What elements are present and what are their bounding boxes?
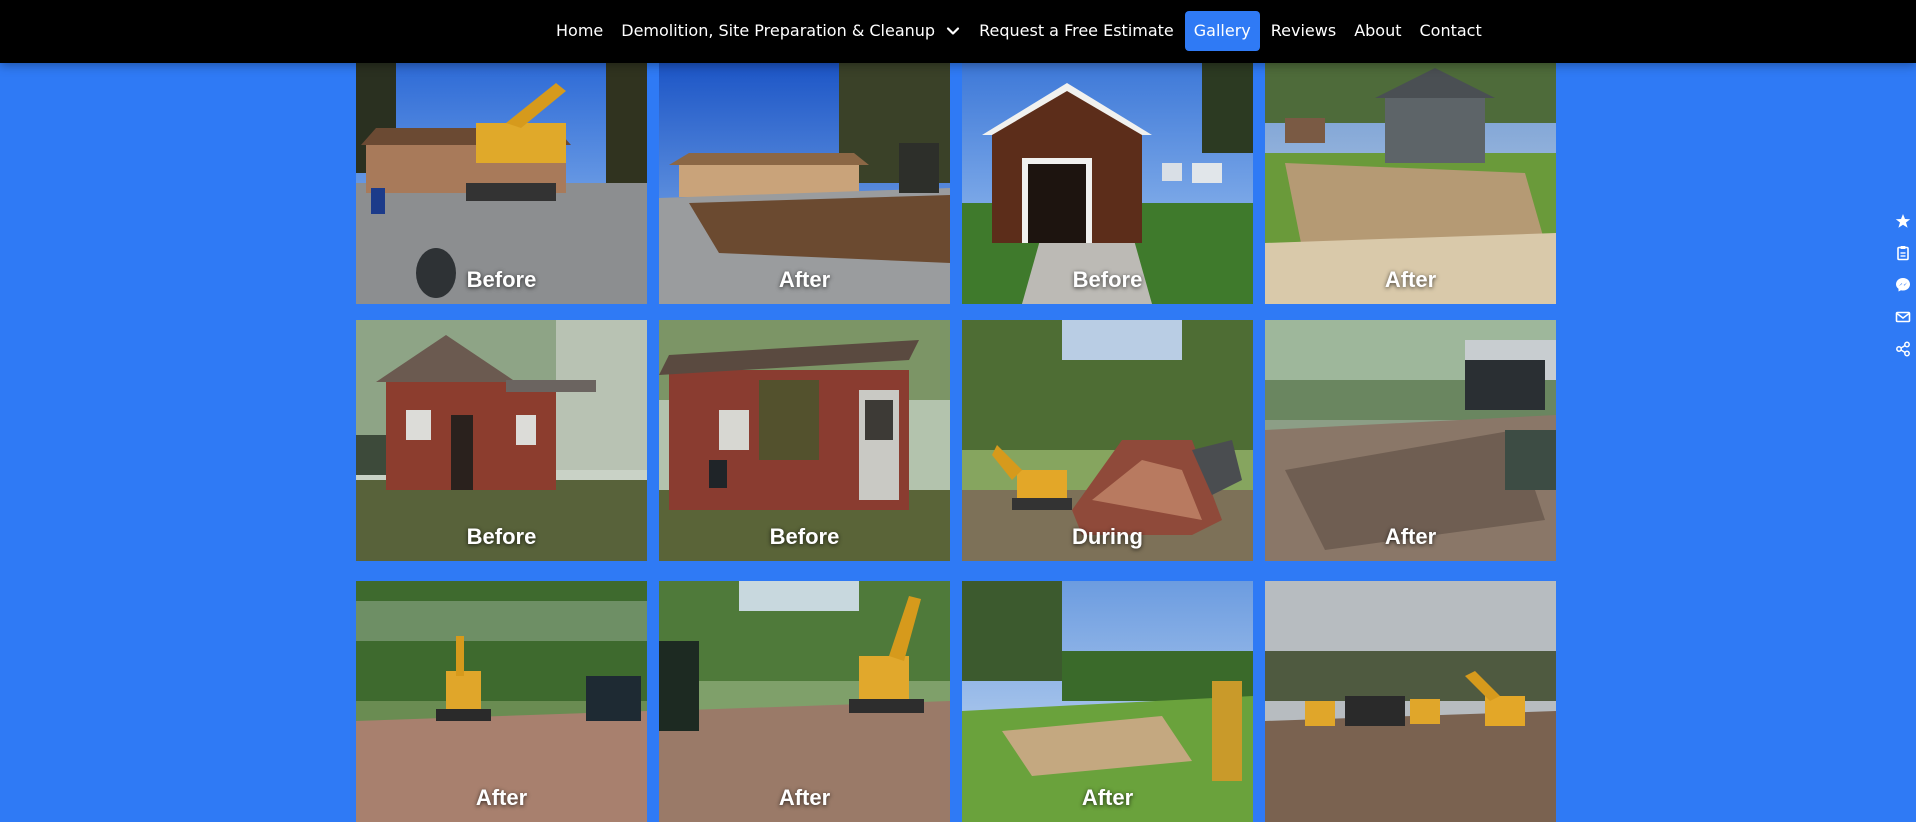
photo-caption: After xyxy=(1384,524,1437,549)
nav-home-label: Home xyxy=(556,21,604,40)
gallery-photo-11[interactable]: After xyxy=(962,581,1253,822)
photo-caption: Before xyxy=(1072,267,1143,292)
nav-contact[interactable]: Contact xyxy=(1411,11,1491,51)
main-nav: Home Demolition, Site Preparation & Clea… xyxy=(547,11,1491,51)
nav-reviews-label: Reviews xyxy=(1270,21,1337,40)
photo-equipment-on-cleared-land xyxy=(1265,581,1556,822)
floating-social-sidebar xyxy=(1890,205,1916,362)
nav-free-estimate-label: Request a Free Estimate xyxy=(979,21,1174,40)
photo-caption: After xyxy=(475,785,528,810)
nav-contact-label: Contact xyxy=(1419,21,1482,40)
mail-icon[interactable] xyxy=(1895,309,1911,325)
nav-about-label: About xyxy=(1354,21,1402,40)
photo-caption: After xyxy=(778,267,831,292)
nav-about[interactable]: About xyxy=(1345,11,1410,51)
photo-caption: Before xyxy=(466,267,537,292)
gallery-photo-2[interactable]: After xyxy=(659,63,950,304)
nav-home[interactable]: Home xyxy=(547,11,612,51)
top-navigation-bar: Home Demolition, Site Preparation & Clea… xyxy=(0,0,1916,63)
photo-caption: After xyxy=(1081,785,1134,810)
nav-reviews[interactable]: Reviews xyxy=(1262,11,1345,51)
gallery-photo-6[interactable]: Before xyxy=(659,320,950,561)
gallery-photo-1[interactable]: Before xyxy=(356,63,647,304)
share-icon[interactable] xyxy=(1895,341,1911,357)
gallery-photo-3[interactable]: Before xyxy=(962,63,1253,304)
photo-caption: During xyxy=(1072,524,1143,549)
star-icon[interactable] xyxy=(1895,213,1911,229)
nav-demolition-label: Demolition, Site Preparation & Cleanup xyxy=(621,21,936,40)
nav-free-estimate[interactable]: Request a Free Estimate xyxy=(970,11,1183,51)
nav-gallery[interactable]: Gallery xyxy=(1184,11,1260,51)
gallery-photo-7[interactable]: During xyxy=(962,320,1253,561)
messenger-icon[interactable] xyxy=(1895,277,1911,293)
photo-caption: Before xyxy=(769,524,840,549)
gallery-photo-4[interactable]: After xyxy=(1265,63,1556,304)
nav-demolition[interactable]: Demolition, Site Preparation & Cleanup xyxy=(612,11,970,51)
gallery-photo-5[interactable]: Before xyxy=(356,320,647,561)
gallery-photo-8[interactable]: After xyxy=(1265,320,1556,561)
gallery-photo-12[interactable] xyxy=(1265,581,1556,822)
photo-caption: After xyxy=(778,785,831,810)
chevron-down-icon[interactable] xyxy=(945,23,961,39)
clipboard-icon[interactable] xyxy=(1895,245,1911,261)
nav-gallery-label: Gallery xyxy=(1193,21,1251,40)
gallery-photo-9[interactable]: After xyxy=(356,581,647,822)
photo-caption: After xyxy=(1384,267,1437,292)
photo-caption: Before xyxy=(466,524,537,549)
gallery-photo-10[interactable]: After xyxy=(659,581,950,822)
